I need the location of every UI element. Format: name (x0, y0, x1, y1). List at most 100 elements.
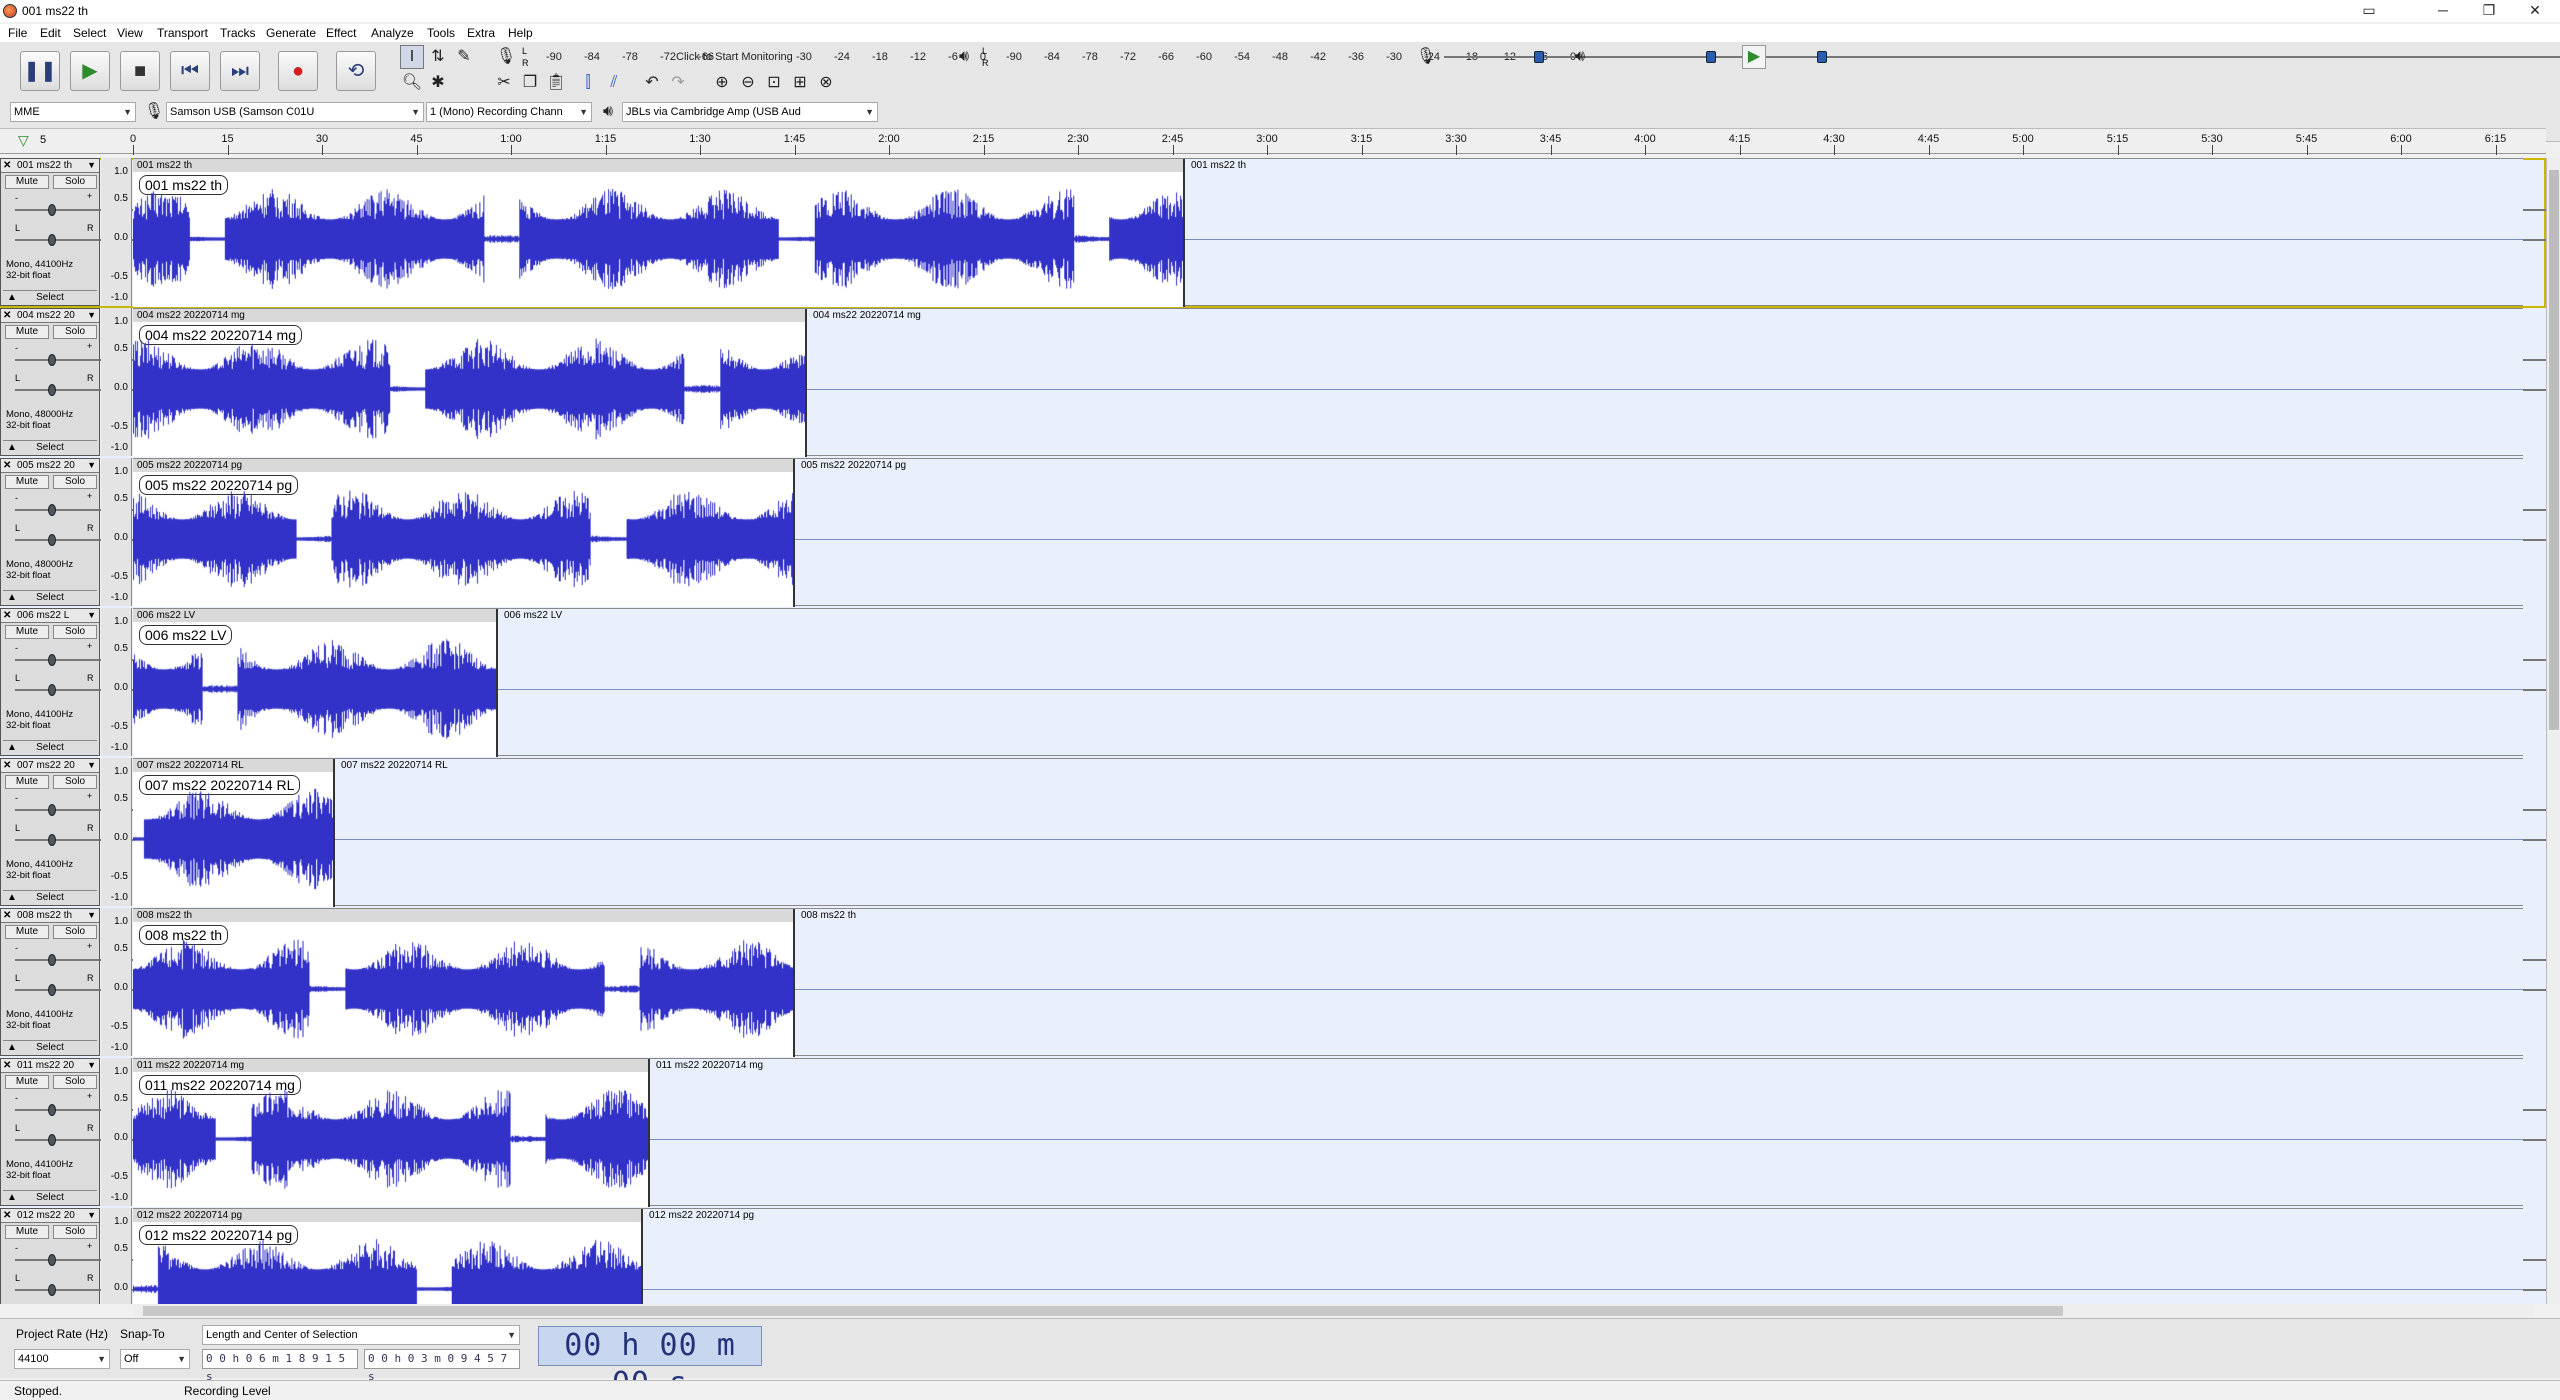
multi-tool-icon[interactable]: ✱ (426, 71, 450, 95)
play-at-speed-thumb[interactable] (1817, 51, 1828, 63)
waveform-area[interactable]: 011 ms22 20220714 mg 011 ms22 20220714 m… (133, 1058, 2523, 1207)
solo-button[interactable]: Solo (53, 775, 97, 789)
snap-to-select[interactable]: Off ▼ (120, 1349, 190, 1369)
selection-center-time[interactable]: 0 0 h 0 3 m 0 9 4 5 7 s (364, 1349, 520, 1383)
silence-audio-icon[interactable]: ⫽ (602, 71, 626, 95)
trim-audio-icon[interactable]: ⫿ (576, 71, 600, 95)
skip-start-button[interactable]: ⏮ (170, 51, 210, 91)
waveform-area[interactable]: 005 ms22 20220714 pg 005 ms22 20220714 p… (133, 458, 2523, 607)
recording-device-select[interactable]: Samson USB (Samson C01U ▼ (166, 102, 424, 122)
close-track-icon[interactable]: ✕ (3, 759, 11, 772)
solo-button[interactable]: Solo (53, 925, 97, 939)
close-track-icon[interactable]: ✕ (3, 309, 11, 322)
gain-slider[interactable] (15, 801, 2546, 819)
fit-selection-icon[interactable]: ⊡ (762, 71, 786, 95)
track-name[interactable]: 006 ms22 L (17, 609, 69, 622)
track-name-menu[interactable]: ✕ 005 ms22 20 ▼ (1, 459, 99, 473)
play-at-speed-slider[interactable] (1774, 48, 2560, 66)
selection-tool-icon[interactable]: I (400, 45, 424, 69)
vertical-scale[interactable]: 1.0 0.5 0.0 -0.5 -1.0 (101, 308, 132, 456)
mute-button[interactable]: Mute (5, 475, 49, 489)
track-name[interactable]: 008 ms22 th (17, 909, 72, 922)
close-button[interactable]: ✕ (2512, 0, 2558, 22)
gain-slider[interactable] (15, 951, 2546, 969)
audio-track[interactable]: ✕ 006 ms22 L ▼ Mute Solo - + L R Mono, 4… (0, 608, 2546, 758)
menu-help[interactable]: Help (508, 26, 533, 40)
track-control-panel[interactable]: ✕ 004 ms22 20 ▼ Mute Solo - + L R Mono, … (0, 308, 2546, 456)
play-head-marker-icon[interactable]: ▽ (18, 132, 29, 149)
play-at-speed-button[interactable]: ▶ (1742, 45, 1766, 69)
minimize-button[interactable]: ─ (2420, 0, 2466, 22)
track-control-panel[interactable]: ✕ 006 ms22 L ▼ Mute Solo - + L R Mono, 4… (0, 608, 2546, 756)
audio-clip[interactable]: 001 ms22 th 001 ms22 th (133, 159, 1185, 307)
audio-clip[interactable]: 007 ms22 20220714 RL 007 ms22 20220714 R… (133, 759, 335, 907)
vertical-scrollbar-thumb[interactable] (2549, 170, 2559, 730)
mute-button[interactable]: Mute (5, 1075, 49, 1089)
menu-view[interactable]: View (117, 26, 143, 40)
fit-project-icon[interactable]: ⊞ (788, 71, 812, 95)
audio-clip[interactable]: 005 ms22 20220714 pg 005 ms22 20220714 p… (133, 459, 795, 607)
mute-button[interactable]: Mute (5, 1225, 49, 1239)
zoom-toggle-icon[interactable]: ⊗ (814, 71, 838, 95)
menu-generate[interactable]: Generate (266, 26, 316, 40)
solo-button[interactable]: Solo (53, 1075, 97, 1089)
record-meter-mic-icon[interactable]: 🎙︎ (494, 45, 518, 69)
track-control-panel[interactable]: ✕ 005 ms22 20 ▼ Mute Solo - + L R Mono, … (0, 458, 2546, 606)
vertical-scale[interactable]: 1.0 0.5 0.0 -0.5 -1.0 (101, 1058, 132, 1206)
audio-clip[interactable]: 011 ms22 20220714 mg 011 ms22 20220714 m… (133, 1059, 650, 1207)
waveform-area[interactable]: 007 ms22 20220714 RL 007 ms22 20220714 R… (133, 758, 2523, 907)
collapse-track-icon[interactable]: ▲ (7, 891, 17, 904)
gain-slider-thumb[interactable] (48, 1254, 56, 1266)
solo-button[interactable]: Solo (53, 625, 97, 639)
audio-clip[interactable]: 006 ms22 LV 006 ms22 LV (133, 609, 498, 757)
track-control-panel[interactable]: ✕ 001 ms22 th ▼ Mute Solo - + L R Mono, … (0, 158, 2546, 306)
chevron-down-icon[interactable]: ▼ (87, 909, 96, 922)
gain-slider-thumb[interactable] (48, 804, 56, 816)
restore-window-icon[interactable]: ▭ (2346, 0, 2392, 22)
pan-slider[interactable] (15, 1281, 2546, 1299)
menu-effect[interactable]: Effect (326, 26, 356, 40)
cut-icon[interactable]: ✂ (492, 71, 516, 95)
timeline-ruler[interactable]: ▽ 5 0 15 30 45 1:00 1:15 1:30 1:45 2:00 2:15 2:30 2… (0, 128, 2546, 155)
vertical-scrollbar[interactable] (2546, 158, 2560, 1304)
track-name-menu[interactable]: ✕ 012 ms22 20 ▼ (1, 1209, 99, 1223)
select-track-button[interactable]: ▲ Select (3, 290, 97, 304)
solo-button[interactable]: Solo (53, 325, 97, 339)
clip-title-bar[interactable]: 004 ms22 20220714 mg (133, 309, 805, 322)
audio-position-time[interactable]: 00 h 00 m 00 s (538, 1326, 762, 1400)
recording-volume-slider[interactable] (1444, 48, 2560, 66)
horizontal-scrollbar-thumb[interactable] (143, 1306, 2063, 1316)
select-track-button[interactable]: ▲ Select (3, 1190, 97, 1204)
select-track-button[interactable]: ▲ Select (3, 590, 97, 604)
record-meter-monitor-prompt[interactable]: Click to Start Monitoring (676, 47, 793, 67)
gain-slider[interactable] (15, 351, 2546, 369)
paste-icon[interactable]: 📋︎ (544, 71, 568, 95)
maximize-button[interactable]: ❐ (2466, 0, 2512, 22)
audio-track[interactable]: ✕ 008 ms22 th ▼ Mute Solo - + L R Mono, … (0, 908, 2546, 1058)
track-control-panel[interactable]: ✕ 008 ms22 th ▼ Mute Solo - + L R Mono, … (0, 908, 2546, 1056)
waveform-area[interactable]: 001 ms22 th 001 ms22 th001 ms22 th (133, 158, 2523, 307)
pan-slider[interactable] (15, 381, 2546, 399)
track-name[interactable]: 001 ms22 th (17, 159, 72, 172)
vertical-scale[interactable]: 1.0 0.5 0.0 -0.5 -1.0 (101, 608, 132, 756)
menu-tracks[interactable]: Tracks (220, 26, 256, 40)
pan-slider[interactable] (15, 981, 2546, 999)
audio-track[interactable]: ✕ 007 ms22 20 ▼ Mute Solo - + L R Mono, … (0, 758, 2546, 908)
skip-end-button[interactable]: ⏭ (220, 51, 260, 91)
solo-button[interactable]: Solo (53, 175, 97, 189)
solo-button[interactable]: Solo (53, 1225, 97, 1239)
menu-select[interactable]: Select (73, 26, 106, 40)
track-name[interactable]: 007 ms22 20 (17, 759, 75, 772)
audio-clip[interactable]: 004 ms22 20220714 mg 004 ms22 20220714 m… (133, 309, 807, 457)
undo-icon[interactable]: ↶ (640, 71, 664, 95)
pan-slider-thumb[interactable] (48, 1284, 56, 1296)
mute-button[interactable]: Mute (5, 175, 49, 189)
pan-slider[interactable] (15, 681, 2546, 699)
clip-title-bar[interactable]: 008 ms22 th (133, 909, 793, 922)
audio-clip[interactable]: 012 ms22 20220714 pg 012 ms22 20220714 p… (133, 1209, 643, 1304)
gain-slider[interactable] (15, 201, 2546, 219)
pan-slider-thumb[interactable] (48, 234, 56, 246)
redo-icon[interactable]: ↷ (666, 71, 690, 95)
waveform-area[interactable]: 004 ms22 20220714 mg 004 ms22 20220714 m… (133, 308, 2523, 457)
track-name-menu[interactable]: ✕ 008 ms22 th ▼ (1, 909, 99, 923)
